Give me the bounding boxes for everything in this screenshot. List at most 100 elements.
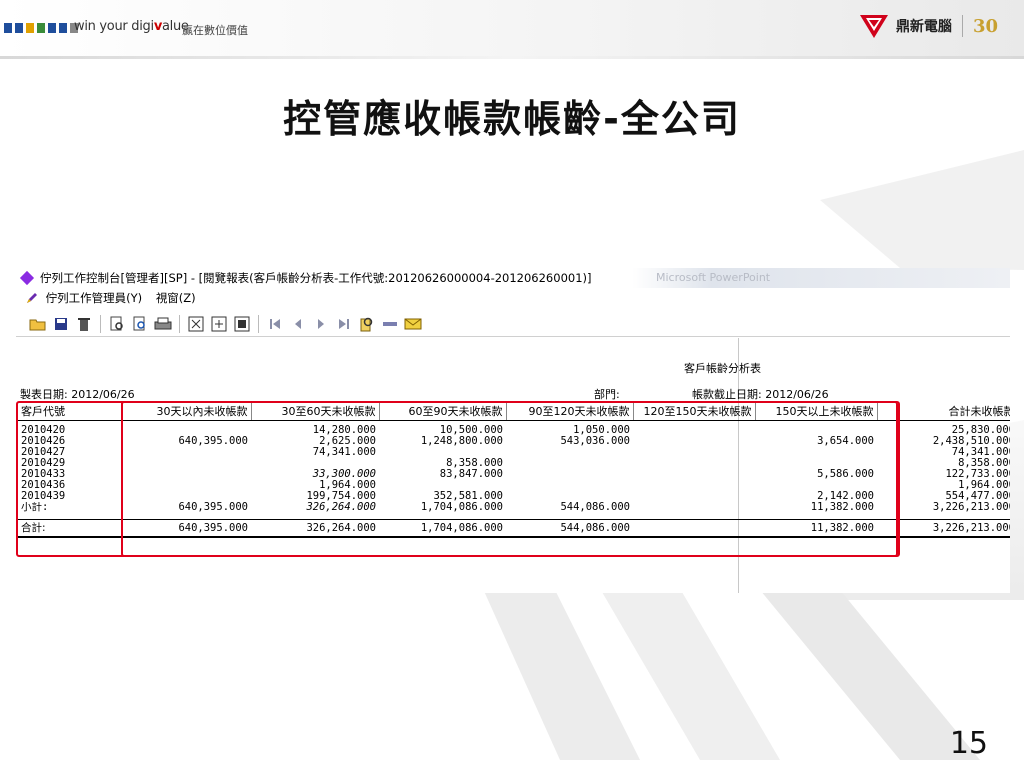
subtotal-label: 小計: (21, 502, 49, 513)
prev-page-icon[interactable] (288, 315, 308, 333)
menu-window[interactable]: 視窗(Z) (156, 291, 196, 305)
window-titlebar[interactable]: 佇列工作控制台[管理者][SP] - [閱覽報表(客戶帳齡分析表-工作代號:20… (16, 268, 1010, 288)
report-print-date: 製表日期: 2012/06/26 (20, 388, 135, 401)
cell: 640,395.000 (178, 502, 248, 513)
cell (121, 491, 251, 502)
cell (506, 458, 633, 469)
cell (755, 458, 877, 469)
aging-table: 客戶代號 30天以內未收帳款 30至60天未收帳款 60至90天未收帳款 90至… (18, 402, 1010, 538)
next-page-icon[interactable] (311, 315, 331, 333)
delete-icon[interactable] (74, 315, 94, 333)
cell: 1,050.000 (573, 424, 630, 436)
table-row: 2010426 640,395.000 2,625.000 1,248,800.… (18, 436, 1010, 447)
report-cutoff-date: 帳款截止日期: 2012/06/26 (692, 388, 829, 401)
table-row: 2010420 14,280.000 10,500.000 1,050.000 … (18, 421, 1010, 437)
cell: 3,226,213.000 (877, 519, 1010, 538)
customer-code: 2010439 (21, 491, 66, 502)
cell: 3,226,213.000 (932, 502, 1010, 513)
cell: 543,036.000 (560, 436, 630, 447)
window-title-text: 佇列工作控制台[管理者][SP] - [閱覽報表(客戶帳齡分析表-工作代號:20… (40, 271, 592, 285)
zoom-icon[interactable] (380, 315, 400, 333)
grand-total-row: 合計: 640,395.000 326,264.000 1,704,086.00… (18, 519, 1010, 538)
toolbar-separator (179, 315, 180, 333)
cell: 83,847.000 (439, 469, 503, 480)
table-row: 2010436 1,964.000 1,964.000 (18, 480, 1010, 491)
table-row: 2010427 74,341.000 74,341.000 (18, 447, 1010, 458)
cell: 1,704,086.000 (379, 519, 506, 538)
cell (379, 480, 506, 491)
cell (506, 491, 633, 502)
cell: 14,280.000 (312, 424, 376, 436)
column-header: 120至150天未收帳款 (633, 402, 756, 421)
mail-icon[interactable] (403, 315, 423, 333)
save-icon[interactable] (51, 315, 71, 333)
menu-bar: 佇列工作管理員(Y) 視窗(Z) (16, 289, 206, 307)
cell: 8,358.000 (958, 458, 1010, 469)
dsc-logo-icon (859, 15, 888, 38)
print-preview-icon[interactable] (130, 315, 150, 333)
column-header: 90至120天未收帳款 (506, 402, 634, 421)
toolbar-separator (100, 315, 101, 333)
find-icon[interactable] (357, 315, 377, 333)
export3-icon[interactable] (232, 315, 252, 333)
print-icon[interactable] (153, 315, 173, 333)
cell (633, 502, 755, 513)
open-folder-icon[interactable] (28, 315, 48, 333)
toolbar-separator (258, 315, 259, 333)
cell: 122,733.000 (945, 469, 1010, 480)
cell: 326,264.000 (251, 519, 379, 538)
column-header: 60至90天未收帳款 (379, 402, 507, 421)
pen-icon (27, 293, 37, 303)
export2-icon[interactable] (209, 315, 229, 333)
cell: 640,395.000 (121, 519, 251, 538)
cell (506, 447, 633, 458)
ghost-title-text: Microsoft PowerPoint (656, 271, 771, 284)
brand-separator (961, 15, 963, 37)
cell (633, 447, 755, 458)
cell: 74,341.000 (312, 447, 376, 458)
table-row: 2010429 8,358.000 8,358.000 (18, 458, 1010, 469)
cell: 11,382.000 (755, 519, 877, 538)
cell: 3,654.000 (817, 436, 874, 447)
cell (633, 436, 755, 447)
brand-name: 鼎新電腦 (895, 19, 952, 35)
menu-queue-manager[interactable]: 佇列工作管理員(Y) (46, 291, 143, 305)
first-page-icon[interactable] (265, 315, 285, 333)
cell (379, 447, 506, 458)
column-header: 30天以內未收帳款 (121, 402, 252, 421)
cell: 326,264.000 (306, 502, 376, 513)
cell: 544,086.000 (560, 502, 630, 513)
page-number: 15 (949, 726, 988, 761)
grand-total-label: 合計: (18, 519, 121, 538)
customer-code: 2010420 (21, 424, 66, 436)
slogan: win your digivalue (74, 19, 189, 34)
report-window: 佇列工作控制台[管理者][SP] - [閱覽報表(客戶帳齡分析表-工作代號:20… (16, 268, 1010, 593)
search-report-icon[interactable] (107, 315, 127, 333)
cell: 1,248,800.000 (420, 436, 503, 447)
cell (633, 519, 755, 538)
customer-code: 2010429 (21, 458, 66, 469)
customer-code: 2010433 (21, 469, 66, 480)
table-row: 2010439 199,754.000 352,581.000 2,142.00… (18, 491, 1010, 502)
toolbar (16, 312, 1010, 337)
cell (755, 480, 877, 491)
cell (755, 421, 877, 437)
slogan-v-mark: v (153, 19, 162, 34)
cell: 2,438,510.000 (932, 436, 1010, 447)
cell (121, 447, 251, 458)
cell (633, 480, 755, 491)
export-icon[interactable] (186, 315, 206, 333)
cell (121, 421, 251, 437)
last-page-icon[interactable] (334, 315, 354, 333)
table-header-row: 客戶代號 30天以內未收帳款 30至60天未收帳款 60至90天未收帳款 90至… (18, 402, 1010, 421)
subtotal-row: 小計: 640,395.000 326,264.000 1,704,086.00… (18, 502, 1010, 513)
cell: 544,086.000 (506, 519, 633, 538)
report-title: 客戶帳齡分析表 (684, 362, 761, 375)
logo-color-blocks (4, 23, 78, 33)
column-header: 150天以上未收帳款 (755, 402, 878, 421)
header-divider (0, 56, 1024, 59)
cell (506, 469, 633, 480)
cell: 2,625.000 (319, 436, 376, 447)
table-row: 2010433 33,300.000 83,847.000 5,586.000 … (18, 469, 1010, 480)
report-viewer: 客戶帳齡分析表 製表日期: 2012/06/26 部門: 帳款截止日期: 201… (16, 338, 1010, 593)
